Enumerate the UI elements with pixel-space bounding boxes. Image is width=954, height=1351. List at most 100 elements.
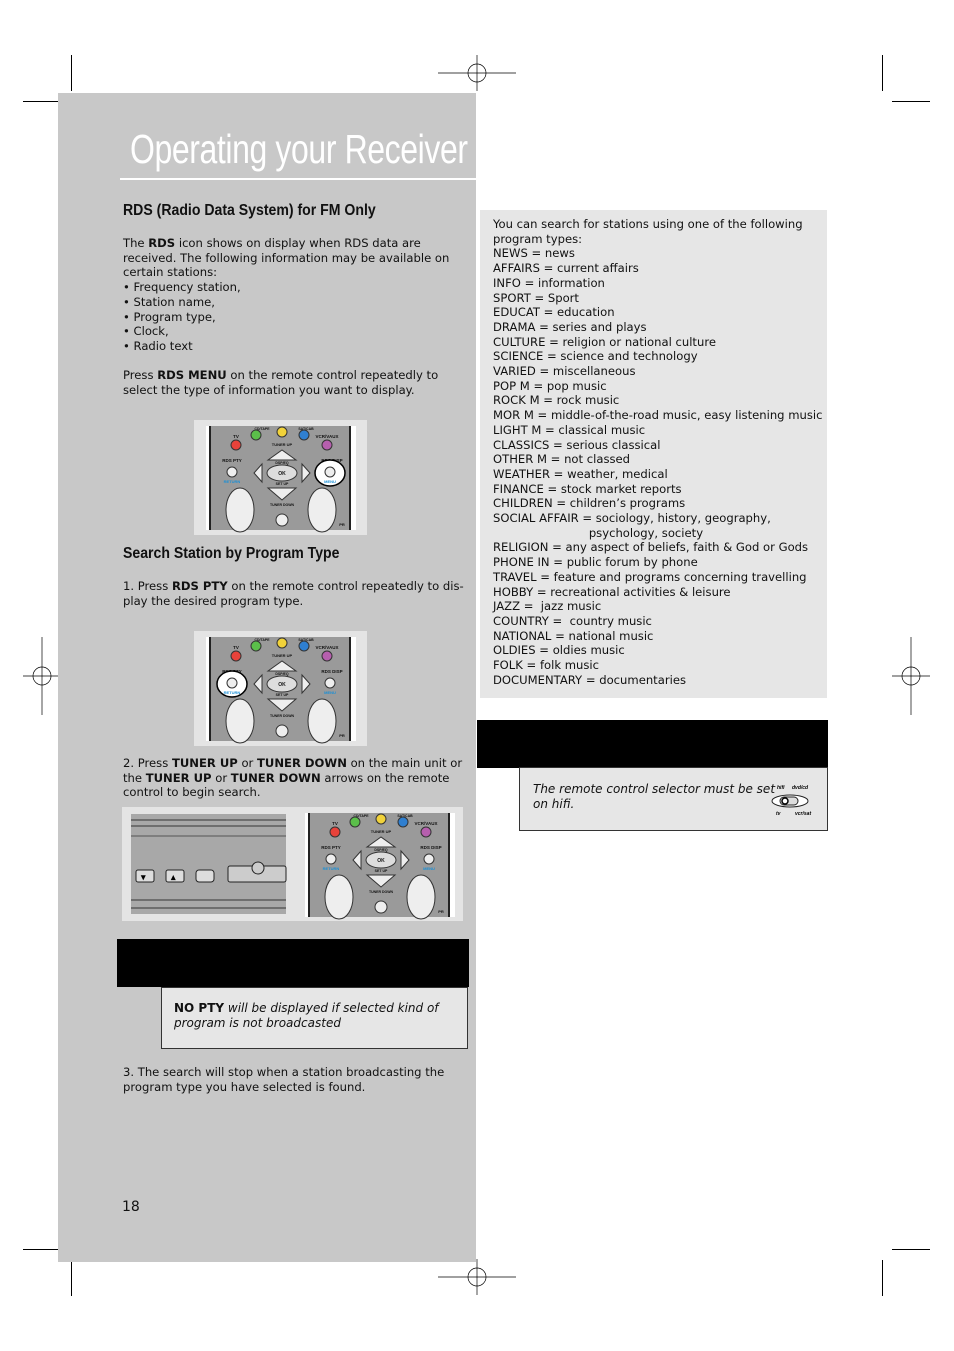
note-header-bar [477,720,828,768]
text-segment: The [123,236,149,250]
remote-label: SET UP [375,869,388,873]
registration-mark [23,637,61,715]
remote-label: PR [339,733,345,738]
search-heading: Search Station by Program Type [123,545,340,562]
program-type-item: NATIONAL = national music [493,628,654,643]
yellow-button [276,637,288,649]
remote-label: TUNER UP [371,829,392,834]
bold-term: TUNER UP [171,756,238,770]
text-segment: 2. Press [123,756,172,770]
remote-label: TUNER UP [272,442,293,447]
program-type-item: FOLK = folk music [493,658,600,673]
program-type-item: CLASSICS = serious classical [493,437,661,452]
remote-label: DSP/EQ [374,848,388,852]
note-text: on hifi. [533,797,575,811]
text-segment: icon shows on display when RDS data are [175,236,421,250]
remote-label: RETURN [323,866,340,871]
svg-text:▴: ▴ [170,872,176,882]
remote-label: VCR/VAUX [415,821,438,826]
text-segment: Press [123,368,158,382]
text-segment: • Program type, [123,309,216,324]
program-type-item: VARIED = miscellaneous [493,364,636,379]
tv-button [329,826,341,838]
program-type-item: TRAVEL = feature and programs concerning… [493,569,807,584]
program-type-item: DOCUMENTARY = documentaries [493,672,686,687]
text-line: 2. Press TUNER UP or TUNER DOWN on the m… [123,756,462,771]
text-segment: or [237,756,258,770]
vcr-aux-button [321,439,333,451]
text-line: 3. The search will stop when a station b… [123,1065,444,1080]
remote-label: TV [233,434,239,439]
text-segment: arrows on the remote [320,770,450,785]
text-line: control to begin search. [123,785,462,800]
program-type-item: CHILDREN = children’s programs [493,496,686,511]
text-line: • Station name, [123,295,449,310]
bold-term: TUNER DOWN [257,756,347,770]
remote-label: TV [332,821,338,826]
remote-label: VCR/VAUX [316,434,339,439]
text-segment: • Station name, [123,294,215,309]
program-type-item: POP M = pop music [493,378,607,393]
program-type-item: PHONE IN = public forum by phone [493,555,698,570]
yellow-button [375,813,387,825]
remote-label: TUNER DOWN [369,890,394,894]
rds-press-instruction: Press RDS MENU on the remote control rep… [123,368,438,397]
program-type-item: DRAMA = series and plays [493,319,647,334]
yellow-button [276,426,288,438]
remote-label: MENU [324,690,336,695]
svg-text:vcr/sat: vcr/sat [795,811,811,817]
vcr-aux-button [321,650,333,662]
page-title: Operating your Receiver [130,126,468,172]
text-segment: or [211,770,231,785]
green-button [250,640,262,652]
rds-disp-button [324,466,336,478]
text-segment: received. The following information may … [123,250,450,265]
bold-term: RDS PTY [171,579,228,593]
rds-disp-button [423,853,435,865]
remote-label: MENU [423,866,435,871]
text-line: The RDS icon shows on display when RDS d… [123,236,449,251]
program-type-item: NEWS = news [493,246,575,261]
program-type-item: ROCK M = rock music [493,393,620,408]
text-segment: 1. Press [123,579,172,593]
selector-switch-icon: hifi dvd/cd tv vcr/sat [771,785,811,817]
tv-button [230,439,242,451]
text-line: certain stations: [123,265,449,280]
remote-label: OK [278,682,286,688]
remote-label: OK [377,858,385,864]
program-type-item: OTHER M = not classed [493,452,631,467]
text-segment: on the remote control repeatedly to [226,368,439,382]
text-segment: • Radio text [123,338,193,353]
rds-pty-button [226,677,238,689]
note-header-bar [117,939,469,987]
text-line: the TUNER UP or TUNER DOWN arrows on the… [123,771,462,786]
bold-term: TUNER UP [145,770,212,785]
no-pty-label: NO PTY [174,1001,225,1015]
program-type-item: LIGHT M = classical music [493,422,646,437]
program-button [406,874,436,920]
bold-term: RDS [148,236,176,250]
registration-mark [438,55,516,91]
crop-mark [71,1260,72,1296]
crop-mark [882,1260,883,1296]
text-segment: play the desired program type. [123,593,304,608]
program-types-box: You can search for stations using one of… [480,210,827,698]
page-number: 18 [122,1199,140,1215]
no-pty-note: NO PTY will be displayed if selected kin… [161,987,468,1049]
text-line: • Clock, [123,324,449,339]
remote-label: DSP/EQ [275,461,289,465]
blue-button [298,429,310,441]
program-button [307,698,337,744]
svg-text:tv: tv [776,811,782,817]
blue-button [397,816,409,828]
remote-label: PR [339,522,345,527]
text-segment: • Clock, [123,324,169,339]
svg-text:▾: ▾ [140,872,146,882]
text-segment: certain stations: [123,265,218,280]
remote-label: OK [278,471,286,477]
search-step-2: 2. Press TUNER UP or TUNER DOWN on the m… [123,756,462,800]
text-segment: • Frequency station, [123,280,241,295]
text-line: select the type of information you want … [123,383,438,398]
note-text: The remote control selector must be set [533,782,776,796]
remote-label: VCR/VAUX [316,645,339,650]
